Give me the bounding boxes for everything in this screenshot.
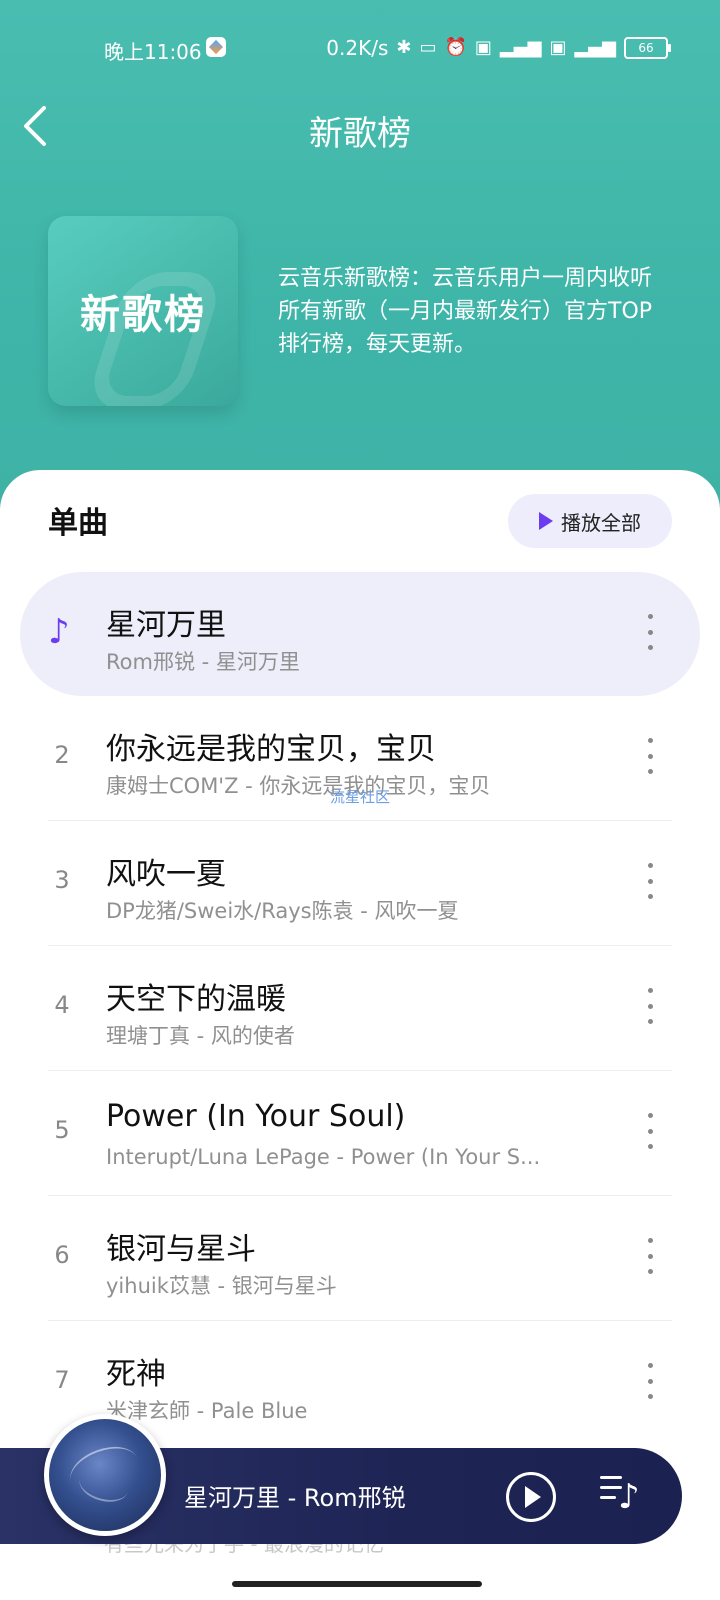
play-button[interactable]: [506, 1472, 556, 1522]
signal-4g-icon: ▂▄▆: [574, 37, 616, 58]
status-bar: 晚上11:06 0.2K/s ✱ ▭ ⏰ ▣ ▂▄▆ ▣ ▂▄▆ 66: [0, 28, 720, 68]
more-options-button[interactable]: [642, 988, 658, 1024]
song-row[interactable]: 4 天空下的温暖 理塘丁真 - 风的使者: [0, 946, 720, 1071]
song-title: 星河万里: [106, 608, 226, 643]
song-rank: 6: [54, 1241, 70, 1269]
song-subtitle: DP龙猪/Swei水/Rays陈袁 - 风吹一夏: [106, 899, 459, 923]
song-row[interactable]: ♪ 星河万里 Rom邢锐 - 星河万里: [20, 572, 700, 696]
song-row[interactable]: 3 风吹一夏 DP龙猪/Swei水/Rays陈袁 - 风吹一夏: [0, 821, 720, 946]
play-all-button[interactable]: 播放全部: [508, 494, 672, 548]
song-title: 死神: [106, 1357, 166, 1392]
bluetooth-icon: ✱: [396, 37, 412, 58]
signal-4g-icon: ▂▄▆: [499, 37, 542, 58]
section-title: 单曲: [48, 506, 108, 541]
album-art-disc[interactable]: [44, 1414, 166, 1536]
song-title: 你永远是我的宝贝，宝贝: [106, 732, 436, 767]
song-title: 风吹一夏: [106, 857, 226, 892]
hd-icon: ▣: [474, 37, 492, 58]
more-options-button[interactable]: [642, 1238, 658, 1274]
status-time: 晚上11:06: [104, 40, 202, 64]
song-rank: 4: [54, 991, 70, 1019]
hd-icon: ▣: [549, 37, 567, 58]
play-icon: [539, 512, 553, 530]
status-indicators: 0.2K/s ✱ ▭ ⏰ ▣ ▂▄▆ ▣ ▂▄▆ 66: [326, 36, 671, 60]
song-subtitle: Rom邢锐 - 星河万里: [106, 650, 300, 674]
playlist-button[interactable]: ♪: [600, 1470, 644, 1516]
playlist-icon: ♪: [618, 1477, 640, 1517]
play-all-label: 播放全部: [561, 510, 641, 535]
play-icon: [525, 1486, 541, 1508]
song-rank: 2: [54, 741, 70, 769]
song-subtitle: 米津玄師 - Pale Blue: [106, 1399, 308, 1423]
song-title: 天空下的温暖: [106, 982, 286, 1017]
net-speed: 0.2K/s: [326, 36, 389, 60]
page-title: 新歌榜: [309, 114, 411, 154]
watermark: 流星社区: [330, 788, 391, 806]
song-subtitle: Interupt/Luna LePage - Power (In Your S.…: [106, 1145, 541, 1169]
song-rank: 3: [54, 866, 70, 894]
battery-icon: 66: [624, 37, 671, 59]
home-indicator[interactable]: [232, 1581, 482, 1587]
more-options-button[interactable]: [642, 1363, 658, 1399]
song-rank: 7: [54, 1366, 70, 1394]
song-row[interactable]: 5 Power (In Your Soul) Interupt/Luna LeP…: [0, 1071, 720, 1196]
cover-title: 新歌榜: [80, 292, 206, 338]
more-options-button[interactable]: [642, 863, 658, 899]
more-options-button[interactable]: [642, 1113, 658, 1149]
more-options-button[interactable]: [642, 738, 658, 774]
alarm-icon: ⏰: [444, 37, 467, 58]
now-playing-text: 星河万里 - Rom邢锐: [184, 1484, 406, 1512]
app-notification-icon: [206, 37, 226, 57]
song-list: ♪ 星河万里 Rom邢锐 - 星河万里 2 你永远是我的宝贝，宝贝 康姆士COM…: [0, 572, 720, 1446]
song-subtitle: yihuik苡慧 - 银河与星斗: [106, 1274, 337, 1298]
chart-description: 云音乐新歌榜：云音乐用户一周内收听所有新歌（一月内最新发行）官方TOP排行榜，每…: [278, 266, 653, 357]
vibrate-icon: ▭: [419, 37, 437, 58]
song-rank: 5: [54, 1116, 70, 1144]
music-note-icon: ♪: [48, 612, 70, 652]
more-options-button[interactable]: [642, 614, 658, 650]
song-title: Power (In Your Soul): [106, 1099, 406, 1134]
song-subtitle: 理塘丁真 - 风的使者: [106, 1024, 295, 1048]
chart-cover-image: 新歌榜: [48, 216, 238, 406]
song-row[interactable]: 6 银河与星斗 yihuik苡慧 - 银河与星斗: [0, 1196, 720, 1321]
song-title: 银河与星斗: [106, 1232, 256, 1267]
